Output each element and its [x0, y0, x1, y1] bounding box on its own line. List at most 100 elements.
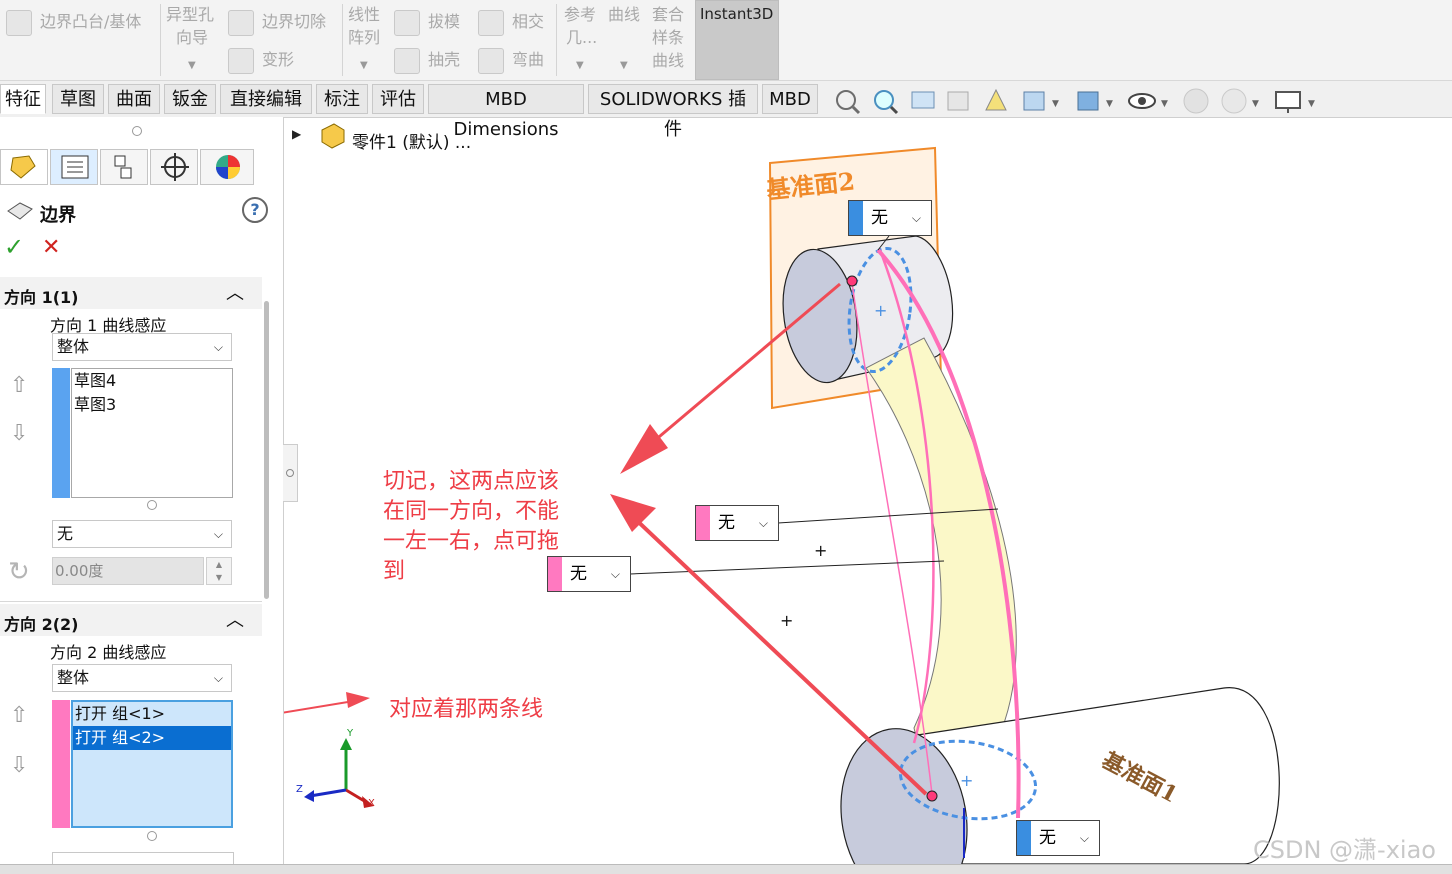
note-line: 切记，这两点应该: [383, 469, 560, 494]
tab-configuration-manager[interactable]: [100, 149, 148, 185]
connector-handle-bottom[interactable]: [926, 790, 938, 802]
tab-solidworks-addins[interactable]: SOLIDWORKS 插件: [588, 84, 758, 140]
boundary-boss-button[interactable]: 边界凸台/基体: [40, 11, 141, 33]
tab-features[interactable]: 特征: [0, 84, 46, 114]
ok-button[interactable]: ✓: [4, 233, 24, 261]
tab-mbd-dimensions[interactable]: MBD Dimensions: [428, 84, 584, 140]
apply-scene-icon[interactable]: ▼: [1221, 88, 1259, 114]
flex-icon[interactable]: [478, 48, 504, 74]
linear-pattern-label-2[interactable]: 阵列: [348, 27, 380, 49]
fit-spline-label-3[interactable]: 曲线: [652, 50, 684, 72]
reference-geometry-label-2[interactable]: 几...: [566, 27, 597, 49]
svg-text:+: +: [874, 301, 887, 320]
fit-spline-label-2[interactable]: 样条: [652, 27, 684, 49]
direction1-color-swatch: [52, 368, 70, 498]
direction1-header[interactable]: 方向 1(1) ︿: [0, 277, 262, 309]
tab-sketch[interactable]: 草图: [52, 84, 104, 114]
direction1-angle-field[interactable]: 0.00度: [52, 557, 204, 585]
boundary-cut-button[interactable]: 边界切除: [262, 11, 326, 33]
flex-button[interactable]: 弯曲: [512, 49, 544, 71]
direction1-tangent-select[interactable]: 无 ⌵: [52, 520, 232, 548]
tangency-tag-top[interactable]: 无 ⌵: [848, 200, 932, 236]
tab-markup[interactable]: 标注: [316, 84, 368, 114]
list-item[interactable]: 打开 组<1>: [73, 702, 231, 726]
edit-appearance-icon[interactable]: [1183, 88, 1209, 114]
linear-pattern-caret-icon[interactable]: ▼: [360, 60, 368, 71]
help-button[interactable]: ?: [242, 197, 268, 223]
cancel-button[interactable]: ✕: [42, 235, 60, 260]
reference-geometry-label-1[interactable]: 参考: [564, 4, 596, 26]
direction1-curves-list[interactable]: 草图4 草图3: [71, 368, 233, 498]
shell-icon[interactable]: [394, 48, 420, 74]
hide-show-items-icon[interactable]: ▼: [1128, 93, 1168, 109]
collapse-chevron-icon[interactable]: ︿: [226, 279, 244, 305]
tag-value: 无: [718, 513, 735, 533]
boundary-boss-icon[interactable]: [6, 10, 32, 36]
dynamic-annotation-icon[interactable]: [985, 88, 1007, 111]
tangency-tag-mid1[interactable]: 无 ⌵: [695, 505, 779, 541]
curves-caret-icon[interactable]: ▼: [620, 60, 628, 71]
linear-pattern-label-1[interactable]: 线性: [348, 4, 380, 26]
property-manager-icon: [61, 155, 89, 179]
hole-wizard-caret-icon[interactable]: ▼: [188, 60, 196, 71]
shell-button[interactable]: 抽壳: [428, 49, 460, 71]
collapse-chevron-icon[interactable]: ︿: [226, 606, 244, 632]
draft-button[interactable]: 拔模: [428, 11, 460, 33]
list-resize-handle[interactable]: [147, 500, 157, 510]
draft-icon[interactable]: [394, 10, 420, 36]
zoom-to-area-icon[interactable]: [874, 90, 899, 115]
view-orientation-icon[interactable]: ▼: [1023, 91, 1059, 111]
direction2-curves-list[interactable]: 打开 组<1> 打开 组<2>: [71, 700, 233, 828]
display-style-icon[interactable]: ▼: [1077, 91, 1113, 111]
tab-property-manager[interactable]: [50, 149, 98, 185]
curves-button[interactable]: 曲线: [608, 4, 640, 26]
panel-splitter-handle[interactable]: [132, 126, 142, 136]
svg-text:+: +: [780, 611, 793, 630]
list-resize-handle[interactable]: [147, 831, 157, 841]
deform-button[interactable]: 变形: [262, 49, 294, 71]
direction1-curve-influence-select[interactable]: 整体 ⌵: [52, 333, 232, 361]
hole-wizard-label-1[interactable]: 异型孔: [166, 4, 214, 26]
view-settings-icon[interactable]: ▼: [1275, 91, 1315, 113]
svg-text:▼: ▼: [1052, 99, 1059, 109]
connector-handle-top[interactable]: [846, 275, 858, 287]
direction2-color-swatch: [52, 700, 70, 828]
tangency-tag-bottom[interactable]: 无 ⌵: [1016, 820, 1100, 856]
instant3d-button[interactable]: Instant3D: [695, 0, 779, 80]
tag-color-swatch: [1017, 821, 1031, 855]
direction2-header[interactable]: 方向 2(2) ︿: [0, 604, 262, 636]
list-item[interactable]: 草图4: [72, 369, 232, 393]
intersect-icon[interactable]: [478, 10, 504, 36]
tab-feature-manager[interactable]: [0, 149, 48, 185]
tab-evaluate[interactable]: 评估: [372, 84, 424, 114]
move-down-icon[interactable]: ⇩: [10, 421, 28, 446]
leader-line: [629, 560, 945, 575]
previous-view-icon[interactable]: [911, 91, 935, 109]
hole-wizard-label-2[interactable]: 向导: [176, 27, 208, 49]
tab-dimxpert-manager[interactable]: [150, 149, 198, 185]
zoom-to-fit-icon[interactable]: [836, 90, 861, 115]
crosshair-icon: [161, 153, 189, 181]
tab-mbd[interactable]: MBD: [762, 84, 818, 114]
deform-icon[interactable]: [228, 48, 254, 74]
fit-spline-label-1[interactable]: 套合: [652, 4, 684, 26]
annotation-arrow-2: [628, 512, 928, 796]
coordinate-triad: [304, 738, 374, 808]
tab-sheet-metal[interactable]: 钣金: [164, 84, 216, 114]
intersect-button[interactable]: 相交: [512, 11, 544, 33]
move-down-icon[interactable]: ⇩: [10, 753, 28, 778]
angle-stepper[interactable]: ▲ ▼: [206, 557, 232, 585]
tab-surfaces[interactable]: 曲面: [108, 84, 160, 114]
move-up-icon[interactable]: ⇧: [10, 373, 28, 398]
direction2-curve-influence-select[interactable]: 整体 ⌵: [52, 664, 232, 692]
list-item[interactable]: 草图3: [72, 393, 232, 417]
move-up-icon[interactable]: ⇧: [10, 703, 28, 728]
panel-scrollbar[interactable]: [264, 301, 269, 599]
boundary-cut-icon[interactable]: [228, 10, 254, 36]
annotation-note-lines: 对应着那两条线: [389, 697, 544, 722]
reference-caret-icon[interactable]: ▼: [576, 60, 584, 71]
list-item-selected[interactable]: 打开 组<2>: [73, 726, 231, 750]
section-view-icon[interactable]: [947, 91, 969, 111]
tab-direct-editing[interactable]: 直接编辑: [220, 84, 312, 114]
tab-display-manager[interactable]: [200, 149, 254, 185]
